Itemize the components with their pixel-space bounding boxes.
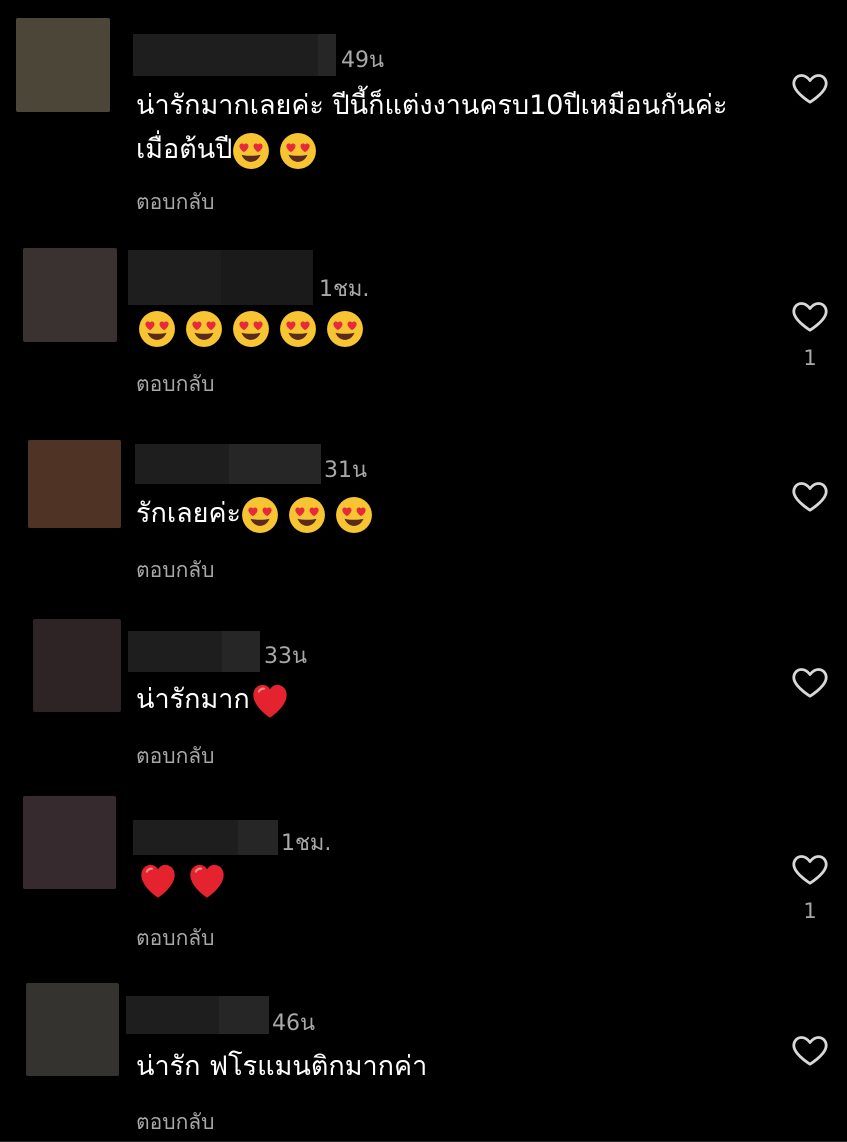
comment-text — [138, 306, 748, 350]
comment-text-content: น่ารักมากเลยค่ะ ปีนี้ก็แต่งงานครบ10ปีเหม… — [136, 90, 728, 165]
like-button[interactable] — [790, 849, 830, 889]
avatar[interactable] — [26, 983, 119, 1076]
red-heart-emoji-icon — [138, 861, 178, 901]
red-heart-emoji-icon — [187, 861, 227, 901]
reply-button[interactable]: ตอบกลับ — [136, 1106, 215, 1139]
username-redacted[interactable] — [126, 996, 269, 1034]
heart-outline-icon — [790, 296, 830, 336]
heart-eyes-emoji-icon — [335, 496, 373, 534]
like-button[interactable] — [790, 296, 830, 336]
comment-time: 46น — [272, 1011, 316, 1036]
heart-eyes-emoji-icon — [232, 310, 270, 348]
heart-eyes-emoji-icon — [232, 132, 270, 170]
comment-text: น่ารักมาก — [136, 678, 746, 722]
comment-time: 31น — [324, 458, 368, 483]
heart-outline-icon — [790, 68, 830, 108]
comment-time: 33น — [264, 644, 308, 669]
heart-eyes-emoji-icon — [241, 496, 279, 534]
comment-text: น่ารัก ฟโรแมนติกมากค่า — [136, 1045, 746, 1089]
comment-text-content: น่ารัก ฟโรแมนติกมากค่า — [136, 1051, 428, 1082]
heart-eyes-emoji-icon — [279, 132, 317, 170]
avatar[interactable] — [16, 18, 110, 112]
heart-eyes-emoji-icon — [138, 310, 176, 348]
heart-outline-icon — [790, 476, 830, 516]
comment-text — [138, 858, 748, 902]
avatar[interactable] — [28, 440, 121, 528]
heart-outline-icon — [790, 849, 830, 889]
like-count: 1 — [803, 346, 817, 370]
avatar[interactable] — [33, 619, 121, 712]
comment-time: 1ชม. — [281, 831, 332, 856]
reply-button[interactable]: ตอบกลับ — [136, 922, 215, 955]
comment-text: น่ารักมากเลยค่ะ ปีนี้ก็แต่งงานครบ10ปีเหม… — [136, 84, 746, 172]
heart-eyes-emoji-icon — [326, 310, 364, 348]
reply-button[interactable]: ตอบกลับ — [136, 368, 215, 401]
like-button[interactable] — [790, 662, 830, 702]
avatar[interactable] — [23, 796, 116, 889]
heart-outline-icon — [790, 662, 830, 702]
comment-text-content: รักเลยค่ะ — [136, 498, 242, 529]
username-redacted[interactable] — [135, 444, 321, 484]
reply-button[interactable]: ตอบกลับ — [136, 740, 215, 773]
reply-button[interactable]: ตอบกลับ — [136, 186, 215, 219]
comment-time: 49น — [341, 48, 385, 73]
username-redacted[interactable] — [128, 631, 260, 672]
avatar[interactable] — [23, 248, 117, 342]
comment-text: รักเลยค่ะ — [136, 492, 746, 536]
reply-button[interactable]: ตอบกลับ — [136, 554, 215, 587]
username-redacted[interactable] — [133, 34, 336, 76]
comment-time: 1ชม. — [319, 277, 370, 302]
heart-eyes-emoji-icon — [185, 310, 223, 348]
red-heart-emoji-icon — [250, 681, 290, 721]
like-button[interactable] — [790, 68, 830, 108]
heart-eyes-emoji-icon — [288, 496, 326, 534]
heart-eyes-emoji-icon — [279, 310, 317, 348]
username-redacted[interactable] — [128, 250, 313, 305]
like-count: 1 — [803, 899, 817, 923]
heart-outline-icon — [790, 1030, 830, 1070]
like-button[interactable] — [790, 476, 830, 516]
like-button[interactable] — [790, 1030, 830, 1070]
comment-text-content: น่ารักมาก — [136, 684, 250, 715]
username-redacted[interactable] — [133, 820, 278, 855]
